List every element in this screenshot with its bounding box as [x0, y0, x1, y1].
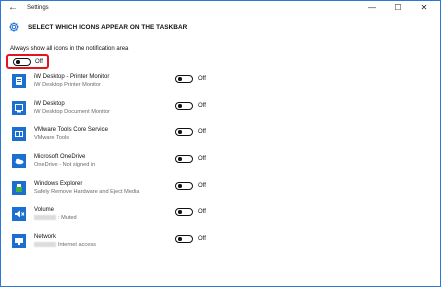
- toggle-knob: [178, 210, 182, 214]
- item-toggle[interactable]: [175, 155, 193, 163]
- toggle-knob: [178, 130, 182, 134]
- item-subtitle: Internet access: [58, 242, 96, 248]
- item-state: Off: [198, 103, 206, 109]
- minimize-button[interactable]: —: [361, 1, 383, 15]
- always-show-toggle[interactable]: [13, 58, 31, 66]
- item-title: iW Desktop: [34, 101, 65, 107]
- redacted-text: [34, 215, 56, 221]
- redacted-text: [34, 242, 56, 248]
- item-state: Off: [198, 209, 206, 215]
- item-state: Off: [198, 236, 206, 242]
- item-toggle[interactable]: [175, 75, 193, 83]
- item-title: VMware Tools Core Service: [34, 127, 108, 133]
- document-monitor-icon: [12, 101, 26, 115]
- item-state: Off: [198, 76, 206, 82]
- network-icon: [12, 234, 26, 248]
- item-title: Volume: [34, 207, 55, 213]
- always-show-label: Always show all icons in the notificatio…: [10, 46, 129, 52]
- item-toggle[interactable]: [175, 128, 193, 136]
- toggle-knob: [178, 157, 182, 161]
- window-title: Settings: [27, 5, 49, 11]
- item-state: Off: [198, 183, 206, 189]
- toggle-knob: [178, 104, 182, 108]
- back-button[interactable]: ←: [7, 2, 19, 13]
- item-state: Off: [198, 129, 206, 135]
- item-subtitle: VMware Tools: [34, 135, 70, 141]
- item-subtitle: iW Desktop Document Monitor: [34, 109, 110, 115]
- maximize-button[interactable]: ☐: [387, 1, 409, 15]
- toggle-knob: [16, 60, 20, 64]
- volume-muted-icon: [12, 207, 26, 221]
- item-subtitle-row: : Muted: [34, 214, 77, 222]
- item-toggle[interactable]: [175, 102, 193, 110]
- settings-window: ← Settings — ☐ ✕ SELECT WHICH ICONS APPE…: [0, 0, 441, 287]
- item-title: Network: [34, 234, 57, 240]
- vmware-tools-icon: [12, 127, 26, 141]
- item-subtitle: : Muted: [58, 215, 77, 221]
- toggle-knob: [178, 237, 182, 241]
- item-title: iW Desktop - Printer Monitor: [34, 74, 110, 80]
- gear-icon: [9, 22, 19, 32]
- printer-monitor-icon: [12, 74, 26, 88]
- onedrive-cloud-icon: [12, 154, 26, 168]
- always-show-state: Off: [35, 59, 43, 65]
- item-subtitle: Safely Remove Hardware and Eject Media: [34, 189, 140, 195]
- item-subtitle-row: Internet access: [34, 241, 96, 249]
- usb-eject-icon: [12, 181, 26, 195]
- item-toggle[interactable]: [175, 235, 193, 243]
- title-bar: ← Settings — ☐ ✕: [1, 1, 440, 15]
- item-title: Microsoft OneDrive: [34, 154, 86, 160]
- item-toggle[interactable]: [175, 208, 193, 216]
- item-subtitle: iW Desktop Printer Monitor: [34, 82, 101, 88]
- item-toggle[interactable]: [175, 182, 193, 190]
- close-button[interactable]: ✕: [413, 1, 435, 15]
- toggle-knob: [178, 184, 182, 188]
- toggle-knob: [178, 77, 182, 81]
- item-subtitle: OneDrive - Not signed in: [34, 162, 96, 168]
- page-title: SELECT WHICH ICONS APPEAR ON THE TASKBAR: [28, 24, 188, 31]
- item-title: Windows Explorer: [34, 181, 83, 187]
- item-state: Off: [198, 156, 206, 162]
